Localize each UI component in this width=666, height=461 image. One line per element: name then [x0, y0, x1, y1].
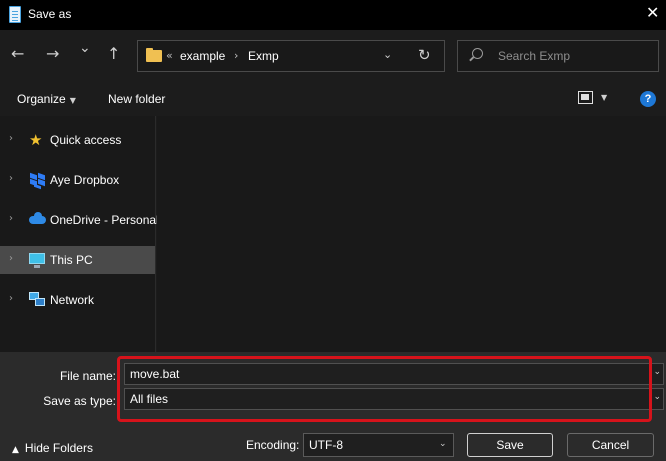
computer-icon: [29, 253, 45, 268]
expand-chevron-icon[interactable]: ›: [9, 293, 13, 304]
new-folder-button[interactable]: New folder: [108, 92, 165, 106]
expand-chevron-icon[interactable]: ›: [9, 213, 13, 224]
sidebar-item-label: Network: [50, 293, 95, 307]
dropbox-icon: [29, 172, 45, 190]
file-name-label: File name:: [59, 369, 116, 383]
encoding-value: UTF-8: [309, 438, 343, 452]
title-bar: Save as ✕: [0, 0, 666, 30]
save-options-panel: File name: move.bat ⌄ Save as type: All …: [0, 352, 666, 461]
star-icon: ★: [29, 131, 43, 149]
address-bar[interactable]: « example › Exmp ⌄ ↻: [137, 40, 445, 72]
sidebar-item-label: OneDrive - Personal: [50, 213, 159, 227]
forward-arrow-icon[interactable]: →: [46, 44, 59, 63]
sidebar-item-network[interactable]: › Network: [0, 286, 155, 314]
caret-up-icon: ▲: [12, 445, 19, 455]
search-icon: [472, 48, 483, 59]
up-arrow-icon[interactable]: ↑: [107, 44, 120, 63]
file-list-area[interactable]: [157, 116, 666, 352]
view-options-icon[interactable]: [578, 91, 593, 104]
search-input[interactable]: [498, 47, 648, 65]
hide-folders-label: Hide Folders: [24, 441, 93, 455]
encoding-label: Encoding:: [246, 438, 300, 452]
sidebar-item-label: Aye Dropbox: [50, 173, 120, 187]
caret-down-icon[interactable]: ▼: [601, 93, 607, 102]
expand-chevron-icon[interactable]: ›: [9, 173, 13, 184]
highlight-box: [117, 356, 652, 422]
sidebar-item-label: This PC: [50, 253, 93, 267]
close-icon[interactable]: ✕: [646, 3, 659, 22]
onedrive-cloud-icon: [29, 212, 46, 224]
address-dropdown-icon[interactable]: ⌄: [383, 48, 392, 61]
organize-label: Organize: [17, 92, 66, 106]
expand-chevron-icon[interactable]: ›: [9, 133, 13, 144]
save-as-type-label: Save as type:: [43, 394, 116, 408]
sidebar-item-quick-access[interactable]: › ★ Quick access: [0, 126, 155, 154]
caret-down-icon: ▼: [69, 96, 76, 105]
breadcrumb-separator-icon[interactable]: ›: [234, 49, 238, 62]
notepad-icon: [9, 6, 21, 23]
organize-button[interactable]: Organize ▼: [17, 92, 76, 106]
chevron-down-icon: ⌄: [439, 439, 447, 449]
sidebar-item-label: Quick access: [50, 133, 122, 147]
save-button[interactable]: Save: [467, 433, 553, 457]
sidebar-item-onedrive[interactable]: › OneDrive - Personal: [0, 206, 159, 234]
refresh-icon[interactable]: ↻: [418, 46, 431, 64]
overflow-chevron-icon[interactable]: «: [166, 49, 173, 62]
expand-chevron-icon[interactable]: ›: [9, 253, 13, 264]
search-box[interactable]: [457, 40, 659, 72]
folder-icon: [146, 48, 162, 62]
encoding-select[interactable]: UTF-8 ⌄: [303, 433, 454, 457]
breadcrumb-example[interactable]: example: [180, 49, 225, 63]
chevron-down-icon[interactable]: ⌄: [653, 392, 661, 402]
navigation-bar: ← → ⌄ ↑ « example › Exmp ⌄ ↻: [0, 30, 666, 82]
window-title: Save as: [28, 7, 72, 21]
breadcrumb-exmp[interactable]: Exmp: [248, 49, 279, 63]
cancel-button[interactable]: Cancel: [567, 433, 654, 457]
chevron-down-icon[interactable]: ⌄: [653, 367, 661, 377]
help-icon[interactable]: ?: [640, 91, 656, 107]
back-arrow-icon[interactable]: ←: [11, 44, 24, 63]
network-icon: [29, 292, 45, 308]
hide-folders-button[interactable]: ▲ Hide Folders: [12, 441, 93, 455]
navigation-pane: › ★ Quick access › Aye Dropbox › OneDriv…: [0, 116, 159, 352]
sidebar-item-dropbox[interactable]: › Aye Dropbox: [0, 166, 155, 194]
sidebar-item-this-pc[interactable]: › This PC: [0, 246, 155, 274]
recent-locations-chevron-icon[interactable]: ⌄: [79, 40, 91, 56]
command-bar: Organize ▼ New folder ▼ ?: [0, 82, 666, 116]
